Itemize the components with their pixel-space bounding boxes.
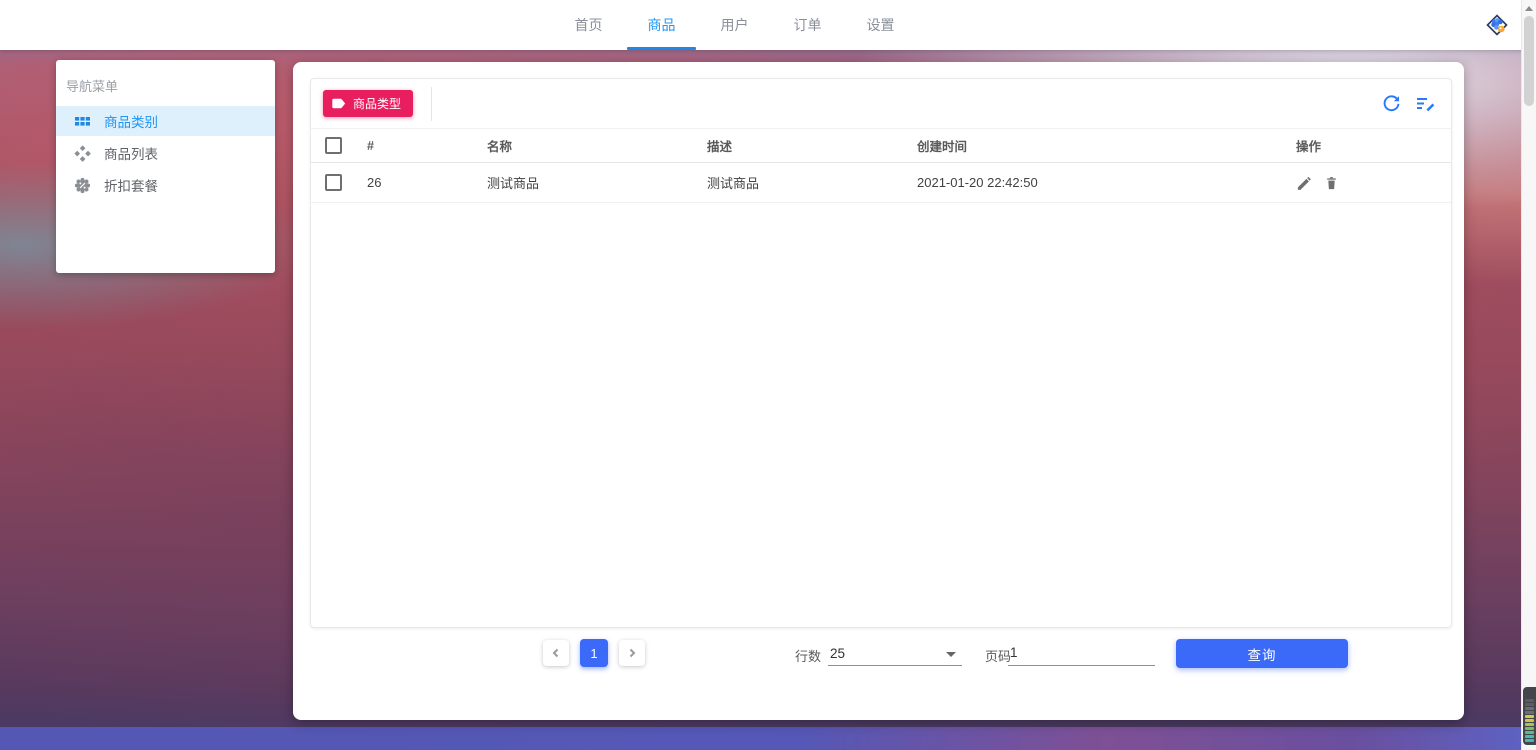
meter-bar (1525, 699, 1534, 702)
meter-bar (1525, 739, 1534, 742)
top-navbar: 首页 商品 用户 订单 设置 (0, 0, 1536, 50)
meter-bar (1525, 735, 1534, 738)
query-button[interactable]: 查询 (1176, 639, 1348, 668)
next-page-button[interactable] (619, 640, 645, 666)
meter-bar (1525, 715, 1534, 718)
edit-icon[interactable] (1296, 175, 1311, 190)
select-all-checkbox[interactable] (325, 137, 342, 154)
app-logo-icon[interactable] (1484, 12, 1510, 38)
product-type-button[interactable]: 商品类型 (323, 90, 414, 117)
toolbar-divider (431, 86, 433, 121)
caret-down-icon (946, 652, 956, 657)
scrollbar-thumb[interactable] (1524, 16, 1534, 106)
page-number-input[interactable] (1008, 642, 1155, 666)
performance-meter-widget (1523, 687, 1536, 745)
tab-orders[interactable]: 订单 (771, 0, 844, 50)
tab-label: 订单 (793, 17, 822, 33)
table-toolbar: 商品类型 (311, 79, 1451, 128)
cell-name: 测试商品 (487, 176, 540, 191)
meter-bar (1525, 727, 1534, 730)
column-header-id: # (367, 138, 374, 153)
tab-users[interactable]: 用户 (698, 0, 771, 50)
chevron-left-icon (552, 648, 559, 658)
column-header-created-at: 创建时间 (917, 140, 968, 154)
column-header-actions: 操作 (1296, 140, 1322, 154)
sidebar-nav-card: 导航菜单 商品类别 商品列表 折扣套餐 (56, 60, 275, 273)
meter-bar (1525, 719, 1534, 722)
sidebar-item-label: 商品类别 (104, 115, 158, 130)
tab-label: 设置 (866, 17, 895, 33)
meter-bar (1525, 711, 1534, 714)
tab-label: 商品 (647, 17, 676, 33)
table-header-row: # 名称 描述 创建时间 操作 (311, 128, 1451, 163)
tag-icon (332, 98, 346, 109)
content-card: 商品类型 # 名称 描述 创建时间 操作 26 测试商品 测试商品 2021-0… (293, 62, 1464, 720)
row-actions (1296, 175, 1451, 190)
meter-bar (1525, 707, 1534, 710)
rows-per-page-select[interactable]: 25 (828, 642, 962, 666)
row-checkbox[interactable] (325, 174, 342, 191)
page-number-button[interactable]: 1 (580, 639, 608, 667)
column-header-name: 名称 (487, 140, 513, 154)
table-panel: 商品类型 # 名称 描述 创建时间 操作 26 测试商品 测试商品 2021-0… (310, 78, 1452, 628)
meter-bar (1525, 723, 1534, 726)
cell-description: 测试商品 (707, 176, 760, 191)
tab-products[interactable]: 商品 (625, 0, 698, 50)
cell-id: 26 (367, 175, 382, 190)
pagination-bar: 1 行数 25 页码 查询 (293, 637, 1464, 669)
meter-bar (1525, 703, 1534, 706)
chevron-right-icon (629, 648, 636, 658)
delete-icon[interactable] (1324, 175, 1339, 190)
tab-settings[interactable]: 设置 (844, 0, 917, 50)
scrollbar-up-arrow-icon[interactable] (1525, 6, 1533, 11)
rows-per-page-value: 25 (830, 646, 846, 661)
toolbar-actions (1382, 94, 1435, 114)
sidebar-item-product-list[interactable]: 商品列表 (56, 138, 275, 168)
cell-created-at: 2021-01-20 22:42:50 (917, 175, 1038, 190)
browser-scrollbar[interactable] (1521, 0, 1536, 750)
refresh-icon[interactable] (1382, 94, 1402, 114)
sidebar-item-label: 折扣套餐 (104, 179, 158, 194)
tab-label: 用户 (720, 17, 749, 33)
diamonds-icon (74, 144, 91, 162)
sidebar-item-label: 商品列表 (104, 147, 158, 162)
edit-list-icon[interactable] (1415, 94, 1435, 114)
product-type-button-label: 商品类型 (353, 97, 402, 111)
sidebar-item-product-category[interactable]: 商品类别 (56, 106, 275, 136)
background-bottom-band (0, 727, 1536, 750)
tab-label: 首页 (574, 17, 603, 33)
main-tabs: 首页 商品 用户 订单 设置 (552, 0, 917, 50)
sidebar-title: 导航菜单 (66, 79, 119, 94)
rows-per-page-label: 行数 (795, 649, 822, 664)
tab-home[interactable]: 首页 (552, 0, 625, 50)
sidebar-item-discount-package[interactable]: 折扣套餐 (56, 170, 275, 200)
meter-bar (1525, 731, 1534, 734)
badge-icon (74, 177, 91, 194)
prev-page-button[interactable] (543, 640, 569, 666)
grid-icon (74, 113, 91, 130)
column-header-description: 描述 (707, 140, 733, 154)
table-row: 26 测试商品 测试商品 2021-01-20 22:42:50 (311, 163, 1451, 203)
